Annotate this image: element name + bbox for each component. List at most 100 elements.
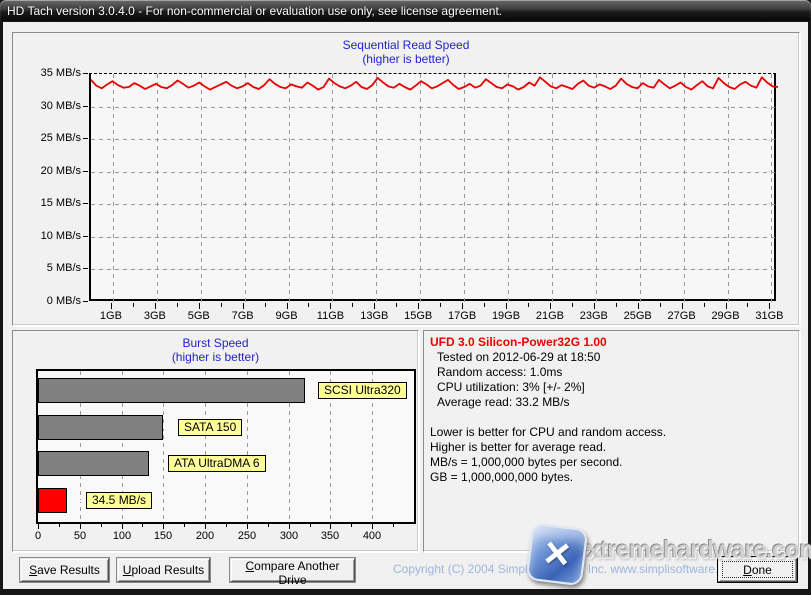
sequential-read-panel: Sequential Read Speed (higher is better)… — [12, 32, 800, 326]
save-results-button[interactable]: Save Results — [20, 558, 109, 582]
seq-x-tick — [769, 303, 770, 309]
seq-x-tick — [660, 303, 661, 307]
seq-x-tick — [287, 303, 288, 309]
burst-x-tick — [268, 524, 269, 527]
window-title: HD Tach version 3.0.4.0 - For non-commer… — [7, 4, 502, 18]
burst-x-tick — [393, 524, 394, 527]
seq-x-label: 11GB — [310, 310, 350, 322]
burst-bar-34-5-mb-s — [38, 488, 67, 513]
seq-x-tick — [265, 303, 266, 307]
seq-x-tick — [352, 303, 353, 307]
upload-results-button[interactable]: Upload Results — [117, 558, 210, 582]
seq-x-tick — [616, 303, 617, 307]
burst-x-tick — [247, 524, 248, 529]
seq-y-label: 15 MB/s — [21, 197, 81, 209]
seq-x-label: 19GB — [486, 310, 526, 322]
seq-y-label: 0 MB/s — [21, 295, 81, 307]
seq-x-label: 1GB — [91, 310, 131, 322]
seq-x-label: 5GB — [179, 310, 219, 322]
burst-bar-label: SCSI Ultra320 — [318, 382, 407, 399]
copyright-text: Copyright (C) 2004 Simpli Software, Inc.… — [393, 562, 741, 576]
drive-note-line: GB = 1,000,000,000 bytes. — [430, 470, 793, 485]
seq-y-tick — [83, 268, 88, 269]
seq-read-line — [91, 77, 778, 89]
drive-detail-line: CPU utilization: 3% [+/- 2%] — [430, 380, 793, 395]
seq-x-label: 3GB — [135, 310, 175, 322]
burst-bar-chart: SCSI Ultra320SATA 150ATA UltraDMA 634.5 … — [36, 369, 416, 524]
seq-x-label: 25GB — [618, 310, 658, 322]
seq-x-tick — [396, 303, 397, 307]
drive-test-details: Tested on 2012-06-29 at 18:50Random acce… — [430, 350, 793, 410]
seq-x-tick — [462, 303, 463, 309]
seq-x-tick — [111, 303, 112, 309]
burst-x-label: 150 — [148, 530, 178, 542]
burst-x-label: 50 — [65, 530, 95, 542]
seq-x-label: 31GB — [749, 310, 789, 322]
seq-y-tick — [83, 138, 88, 139]
seq-x-label: 9GB — [267, 310, 307, 322]
seq-x-label: 15GB — [398, 310, 438, 322]
burst-x-tick — [351, 524, 352, 527]
drive-info-notes: Lower is better for CPU and random acces… — [430, 425, 793, 485]
burst-x-label: 0 — [23, 530, 53, 542]
seq-chart-title-line1: Sequential Read Speed — [13, 38, 799, 52]
burst-x-label: 100 — [107, 530, 137, 542]
seq-y-label: 10 MB/s — [21, 230, 81, 242]
burst-x-label: 250 — [232, 530, 262, 542]
burst-chart-title-line1: Burst Speed — [13, 336, 418, 350]
seq-x-tick — [594, 303, 595, 309]
burst-bar-connector — [149, 463, 167, 465]
seq-x-tick — [155, 303, 156, 309]
burst-x-tick — [122, 524, 123, 529]
burst-bar-label: ATA UltraDMA 6 — [168, 455, 266, 472]
drive-note-line: MB/s = 1,000,000 bytes per second. — [430, 455, 793, 470]
seq-y-label: 20 MB/s — [21, 165, 81, 177]
drive-detail-line: Average read: 33.2 MB/s — [430, 395, 793, 410]
seq-y-tick — [83, 203, 88, 204]
burst-x-tick — [38, 524, 39, 529]
burst-bar-scsi-ultra320 — [38, 378, 305, 403]
burst-x-tick — [330, 524, 331, 529]
burst-bar-ata-ultradma-6 — [38, 451, 149, 476]
burst-bar-connector — [163, 427, 178, 429]
burst-bar-connector — [67, 500, 87, 502]
seq-x-tick — [440, 303, 441, 307]
drive-info-panel: UFD 3.0 Silicon-Power32G 1.00 Tested on … — [423, 330, 800, 552]
seq-read-line-chart — [89, 73, 776, 301]
drive-note-line: Lower is better for CPU and random acces… — [430, 425, 793, 440]
seq-read-svg — [91, 74, 778, 302]
seq-chart-title-line2: (higher is better) — [13, 52, 799, 66]
burst-bar-label: SATA 150 — [178, 419, 242, 436]
app-window: HD Tach version 3.0.4.0 - For non-commer… — [0, 0, 811, 595]
burst-x-tick — [101, 524, 102, 527]
seq-x-tick — [726, 303, 727, 309]
seq-chart-title: Sequential Read Speed (higher is better) — [13, 33, 799, 66]
seq-x-tick — [221, 303, 222, 307]
burst-x-label: 300 — [274, 530, 304, 542]
seq-x-tick — [330, 303, 331, 309]
drive-name: UFD 3.0 Silicon-Power32G 1.00 — [430, 335, 793, 350]
seq-x-tick — [308, 303, 309, 307]
burst-bar-sata-150 — [38, 415, 163, 440]
compare-another-drive-button[interactable]: Compare Another Drive — [230, 558, 355, 582]
burst-x-label: 350 — [315, 530, 345, 542]
seq-x-tick — [133, 303, 134, 307]
seq-x-tick — [550, 303, 551, 309]
seq-x-tick — [638, 303, 639, 309]
seq-x-tick — [747, 303, 748, 307]
seq-x-label: 23GB — [574, 310, 614, 322]
burst-x-label: 200 — [190, 530, 220, 542]
client-area: Sequential Read Speed (higher is better)… — [3, 22, 808, 589]
title-bar[interactable]: HD Tach version 3.0.4.0 - For non-commer… — [0, 0, 811, 22]
seq-y-label: 30 MB/s — [21, 100, 81, 112]
seq-x-label: 27GB — [662, 310, 702, 322]
done-label: Done — [743, 563, 772, 577]
burst-bar-connector — [305, 390, 318, 392]
seq-x-tick — [682, 303, 683, 309]
burst-x-label: 400 — [357, 530, 387, 542]
burst-x-tick — [310, 524, 311, 527]
seq-x-label: 21GB — [530, 310, 570, 322]
done-button[interactable]: Done — [718, 557, 797, 582]
seq-y-label: 5 MB/s — [21, 262, 81, 274]
burst-x-tick — [372, 524, 373, 529]
